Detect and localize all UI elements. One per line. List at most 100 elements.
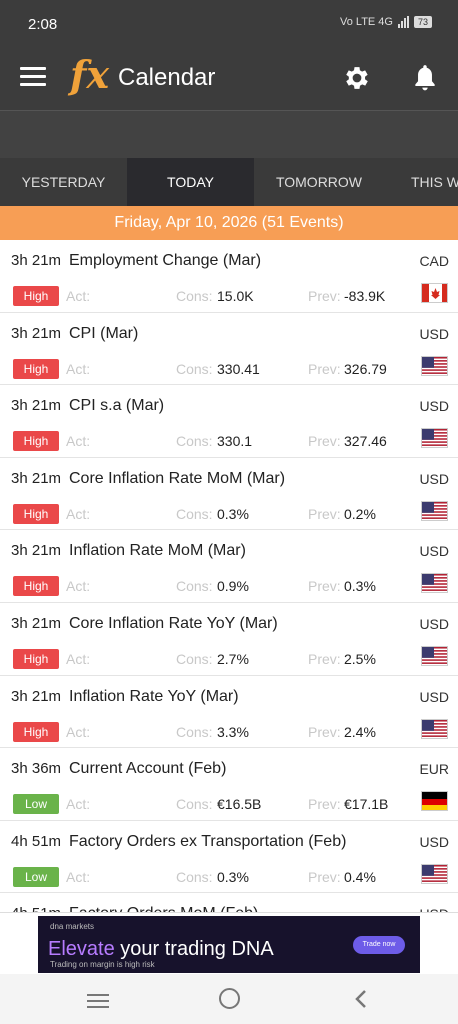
usa-flag-icon xyxy=(421,500,448,521)
usa-flag-icon xyxy=(421,573,448,594)
consensus-value: 2.7% xyxy=(217,650,249,667)
event-countdown: 3h 21m xyxy=(11,397,62,415)
previous-value: €17.1B xyxy=(344,796,389,813)
previous-label: Prev: xyxy=(308,433,341,450)
event-title: Core Inflation Rate MoM (Mar) xyxy=(69,469,286,487)
event-row[interactable]: 4h 51m Factory Orders ex Transportation (… xyxy=(0,820,458,894)
event-currency: USD xyxy=(419,543,449,560)
impact-badge: High xyxy=(13,358,59,379)
event-row[interactable]: 3h 21m Core Inflation Rate MoM (Mar) USD Hi… xyxy=(0,457,458,531)
previous-value: 2.5% xyxy=(344,650,376,667)
impact-badge: High xyxy=(13,648,59,669)
home-icon[interactable] xyxy=(219,988,240,1009)
ad-cta-button[interactable]: Trade now xyxy=(353,936,405,954)
event-row[interactable]: 4h 51mFactory Orders MoM (Feb)USD xyxy=(0,893,458,912)
event-row[interactable]: 3h 21m Core Inflation Rate YoY (Mar) USD Hi… xyxy=(0,602,458,676)
menu-icon[interactable] xyxy=(20,67,46,89)
event-title: CPI s.a (Mar) xyxy=(69,397,165,415)
event-row[interactable]: 3h 21m Inflation Rate YoY (Mar) USD High Act… xyxy=(0,675,458,749)
consensus-value: 330.1 xyxy=(217,433,253,450)
status-time: 2:08 xyxy=(28,16,58,33)
tab-today[interactable]: TODAY xyxy=(127,158,254,206)
toolbar-strip xyxy=(0,110,458,158)
event-title: Core Inflation Rate YoY (Mar) xyxy=(69,614,278,632)
consensus-value: 0.3% xyxy=(217,505,249,522)
impact-badge: High xyxy=(13,431,59,452)
bell-icon[interactable] xyxy=(412,63,438,93)
consensus-value: 15.0K xyxy=(217,288,254,304)
impact-badge: High xyxy=(13,721,59,742)
recent-apps-icon[interactable] xyxy=(87,994,109,1012)
event-countdown: 3h 21m xyxy=(11,614,62,632)
event-title: Factory Orders MoM (Feb) xyxy=(69,905,258,912)
system-nav-bar xyxy=(0,974,458,1024)
consensus-label: Cons: xyxy=(176,288,213,304)
impact-badge: High xyxy=(13,286,59,306)
event-row[interactable]: 3h 21m Employment Change (Mar) CAD High Act:… xyxy=(0,240,458,313)
consensus-value: 0.9% xyxy=(217,578,249,595)
consensus-value: €16.5B xyxy=(217,796,262,813)
event-title: Factory Orders ex Transportation (Feb) xyxy=(69,832,347,850)
status-indicators: Vo LTE 4G 73 xyxy=(340,16,432,28)
previous-label: Prev: xyxy=(308,360,341,377)
tab-this-week[interactable]: THIS W xyxy=(400,158,458,206)
consensus-label: Cons: xyxy=(176,650,213,667)
previous-label: Prev: xyxy=(308,288,341,304)
actual-label: Act: xyxy=(66,433,91,450)
event-title: Current Account (Feb) xyxy=(69,760,227,778)
previous-value: 0.4% xyxy=(344,868,376,885)
consensus-value: 0.3% xyxy=(217,868,249,885)
event-row[interactable]: 3h 21m CPI s.a (Mar) USD High Act: Cons: 330.1… xyxy=(0,385,458,458)
event-currency: USD xyxy=(419,615,449,632)
event-currency: USD xyxy=(419,833,449,850)
impact-badge: High xyxy=(13,503,59,524)
event-title: Inflation Rate MoM (Mar) xyxy=(69,542,246,560)
consensus-value: 330.41 xyxy=(217,360,260,377)
back-icon[interactable] xyxy=(352,988,370,1010)
previous-value: 327.46 xyxy=(344,433,387,450)
event-row[interactable]: 3h 21m CPI (Mar) USD High Act: Cons: 330.41 Pre… xyxy=(0,312,458,386)
actual-label: Act: xyxy=(66,650,91,667)
consensus-label: Cons: xyxy=(176,868,213,885)
event-countdown: 3h 36m xyxy=(11,760,62,778)
page-title: Calendar xyxy=(118,64,216,91)
event-list: 3h 21m Employment Change (Mar) CAD High Act:… xyxy=(0,240,458,912)
actual-label: Act: xyxy=(66,578,91,595)
event-row[interactable]: 3h 21m Inflation Rate MoM (Mar) USD High Act… xyxy=(0,530,458,603)
previous-label: Prev: xyxy=(308,578,341,595)
event-title: Employment Change (Mar) xyxy=(69,252,262,269)
consensus-label: Cons: xyxy=(176,723,213,740)
event-title: Inflation Rate YoY (Mar) xyxy=(69,687,239,705)
actual-label: Act: xyxy=(66,505,91,522)
consensus-label: Cons: xyxy=(176,505,213,522)
ad-creative[interactable]: dna markets Elevate your trading DNA Tra… xyxy=(38,916,420,973)
previous-label: Prev: xyxy=(308,650,341,667)
signal-icon xyxy=(397,16,409,28)
impact-badge: Low xyxy=(13,866,59,887)
tab-tomorrow[interactable]: TOMORROW xyxy=(254,158,384,206)
event-currency: USD xyxy=(419,325,449,342)
tab-yesterday[interactable]: YESTERDAY xyxy=(0,158,127,206)
event-countdown: 3h 21m xyxy=(11,687,62,705)
previous-value: 326.79 xyxy=(344,360,387,377)
date-banner: Friday, Apr 10, 2026 (51 Events) xyxy=(0,206,458,240)
usa-flag-icon xyxy=(421,863,448,884)
app-logo: fx xyxy=(70,52,110,97)
previous-label: Prev: xyxy=(308,796,341,813)
actual-label: Act: xyxy=(66,288,91,304)
consensus-label: Cons: xyxy=(176,578,213,595)
day-tabs: YESTERDAY TODAY TOMORROW THIS W xyxy=(0,158,458,206)
event-row[interactable]: 3h 36m Current Account (Feb) EUR Low Act: Con… xyxy=(0,748,458,821)
event-currency: CAD xyxy=(419,253,449,269)
actual-label: Act: xyxy=(66,723,91,740)
previous-label: Prev: xyxy=(308,505,341,522)
usa-flag-icon xyxy=(421,428,448,449)
event-currency: EUR xyxy=(419,761,449,778)
event-title: CPI (Mar) xyxy=(69,324,139,342)
impact-badge: Low xyxy=(13,794,59,815)
event-countdown: 3h 21m xyxy=(11,542,62,560)
app-bar: fx Calendar xyxy=(0,50,458,110)
gear-icon[interactable] xyxy=(342,63,372,93)
germany-flag-icon xyxy=(421,791,448,812)
event-countdown: 4h 51m xyxy=(11,832,62,850)
